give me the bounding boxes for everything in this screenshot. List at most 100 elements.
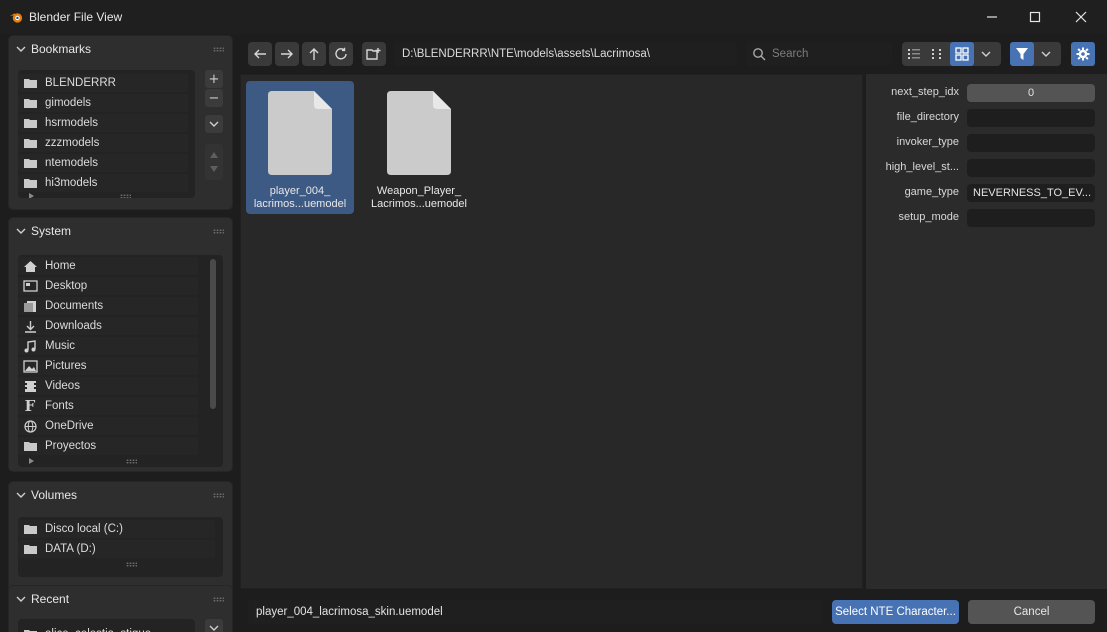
resize-grip-icon[interactable]	[120, 194, 131, 198]
recent-header[interactable]: Recent	[9, 586, 232, 612]
remove-bookmark-button[interactable]: −	[205, 89, 223, 107]
horizontal-list-view-button[interactable]	[926, 42, 950, 66]
blender-logo-icon	[9, 13, 23, 23]
game-type-field[interactable]: NEVERNESS_TO_EV...	[967, 184, 1095, 202]
system-item-downloads[interactable]: Downloads	[22, 317, 102, 335]
maximize-button[interactable]	[1012, 0, 1058, 34]
prop-label: file_directory	[896, 111, 959, 123]
refresh-button[interactable]	[329, 42, 353, 66]
bookmark-item[interactable]: hi3models	[22, 174, 97, 192]
drag-grip-icon[interactable]	[213, 597, 224, 602]
system-item-onedrive[interactable]: OneDrive	[22, 417, 94, 435]
system-item-pictures[interactable]: Pictures	[22, 357, 87, 375]
minimize-button[interactable]	[969, 0, 1015, 34]
parent-directory-button[interactable]	[302, 42, 326, 66]
globe-icon	[22, 419, 38, 433]
search-input[interactable]: Search	[746, 42, 892, 66]
resize-grip-icon[interactable]	[126, 562, 137, 567]
folder-icon	[22, 627, 38, 632]
next-step-idx-field[interactable]: 0	[967, 84, 1095, 102]
desktop-icon	[22, 279, 38, 293]
recent-options-button[interactable]	[205, 619, 223, 632]
folder-icon	[22, 439, 38, 453]
recent-item[interactable]: alice_celestia_stigue	[22, 625, 151, 632]
arrow-up-icon	[309, 48, 319, 60]
recent-header-label: Recent	[31, 592, 70, 606]
prop-label: high_level_st...	[885, 161, 959, 173]
folder-icon	[22, 542, 38, 556]
thumbnail-view-button[interactable]	[950, 42, 974, 66]
setup-mode-field[interactable]	[967, 209, 1095, 227]
file-item-player[interactable]: player_004_ lacrimos...uemodel	[246, 81, 354, 214]
system-scrollbar[interactable]	[210, 259, 216, 409]
settings-button[interactable]	[1071, 42, 1095, 66]
volume-item-d[interactable]: DATA (D:)	[22, 540, 96, 558]
settings-group	[1071, 42, 1095, 66]
filter-toggle-button[interactable]	[1010, 42, 1034, 66]
system-item-documents[interactable]: Documents	[22, 297, 103, 315]
high-level-step-field[interactable]	[967, 159, 1095, 177]
vertical-list-view-button[interactable]	[902, 42, 926, 66]
volumes-header[interactable]: Volumes	[9, 482, 232, 508]
system-item-music[interactable]: Music	[22, 337, 75, 355]
recent-panel: Recent alice_celestia_stigue	[8, 585, 233, 632]
system-item-proyectos[interactable]: Proyectos	[22, 437, 96, 455]
bookmark-item[interactable]: zzzmodels	[22, 134, 99, 152]
chevron-down-icon	[16, 227, 26, 235]
refresh-icon	[335, 47, 347, 60]
filename-input[interactable]: player_004_lacrimosa_skin.uemodel	[248, 600, 823, 624]
system-header[interactable]: System	[9, 218, 232, 244]
list-view-icon	[908, 49, 920, 59]
bookmark-item[interactable]: BLENDERRR	[22, 74, 116, 92]
bookmark-item[interactable]: ntemodels	[22, 154, 98, 172]
drag-grip-icon[interactable]	[213, 493, 224, 498]
recent-list: alice_celestia_stigue	[18, 619, 195, 632]
folder-icon	[22, 96, 38, 110]
expand-triangle-icon[interactable]	[29, 193, 34, 198]
drag-grip-icon[interactable]	[213, 229, 224, 234]
confirm-button[interactable]: Select NTE Character...	[832, 600, 959, 624]
system-panel: System Home Desktop Documents Downloads …	[8, 217, 233, 472]
prop-row-next-step-idx: next_step_idx 0	[866, 83, 1107, 103]
display-options-dropdown[interactable]	[974, 42, 998, 66]
bookmark-item[interactable]: gimodels	[22, 94, 91, 112]
add-bookmark-button[interactable]: +	[205, 70, 223, 88]
move-bookmark-buttons[interactable]	[205, 144, 223, 180]
forward-button[interactable]	[275, 42, 299, 66]
file-name-line1: player_004_	[269, 185, 331, 197]
bookmarks-header[interactable]: Bookmarks	[9, 36, 232, 62]
arrow-down-icon	[210, 166, 218, 172]
system-item-desktop[interactable]: Desktop	[22, 277, 87, 295]
system-item-fonts[interactable]: F Fonts	[22, 397, 74, 415]
chevron-down-icon	[16, 45, 26, 53]
new-folder-button[interactable]	[362, 42, 386, 66]
resize-grip-icon[interactable]	[126, 459, 137, 464]
bookmark-options-button[interactable]	[205, 115, 223, 133]
close-button[interactable]	[1058, 0, 1104, 34]
folder-icon	[22, 176, 38, 190]
system-item-videos[interactable]: Videos	[22, 377, 80, 395]
prop-label: next_step_idx	[891, 86, 959, 98]
system-item-home[interactable]: Home	[22, 257, 76, 275]
folder-icon	[22, 156, 38, 170]
back-button[interactable]	[248, 42, 272, 66]
drag-grip-icon[interactable]	[213, 47, 224, 52]
folder-icon	[22, 522, 38, 536]
file-item-weapon[interactable]: Weapon_Player_ Lacrimos...uemodel	[365, 81, 473, 214]
expand-triangle-icon[interactable]	[29, 458, 34, 464]
folder-icon	[22, 136, 38, 150]
gear-icon	[1076, 47, 1090, 61]
sidebar: Bookmarks BLENDERRR gimodels hsrmodels z…	[8, 34, 233, 632]
pictures-icon	[22, 359, 38, 373]
invoker-type-field[interactable]	[967, 134, 1095, 152]
filter-options-dropdown[interactable]	[1034, 42, 1058, 66]
operator-properties-panel: next_step_idx 0 file_directory invoker_t…	[866, 74, 1107, 589]
system-list: Home Desktop Documents Downloads Music P…	[18, 255, 223, 467]
minimize-icon	[987, 16, 997, 18]
file-directory-field[interactable]	[967, 109, 1095, 127]
search-icon	[753, 48, 766, 61]
volume-item-c[interactable]: Disco local (C:)	[22, 520, 123, 538]
bookmark-item[interactable]: hsrmodels	[22, 114, 98, 132]
directory-path-input[interactable]: D:\BLENDERRR\NTE\models\assets\Lacrimosa…	[394, 42, 737, 66]
cancel-button[interactable]: Cancel	[968, 600, 1095, 624]
